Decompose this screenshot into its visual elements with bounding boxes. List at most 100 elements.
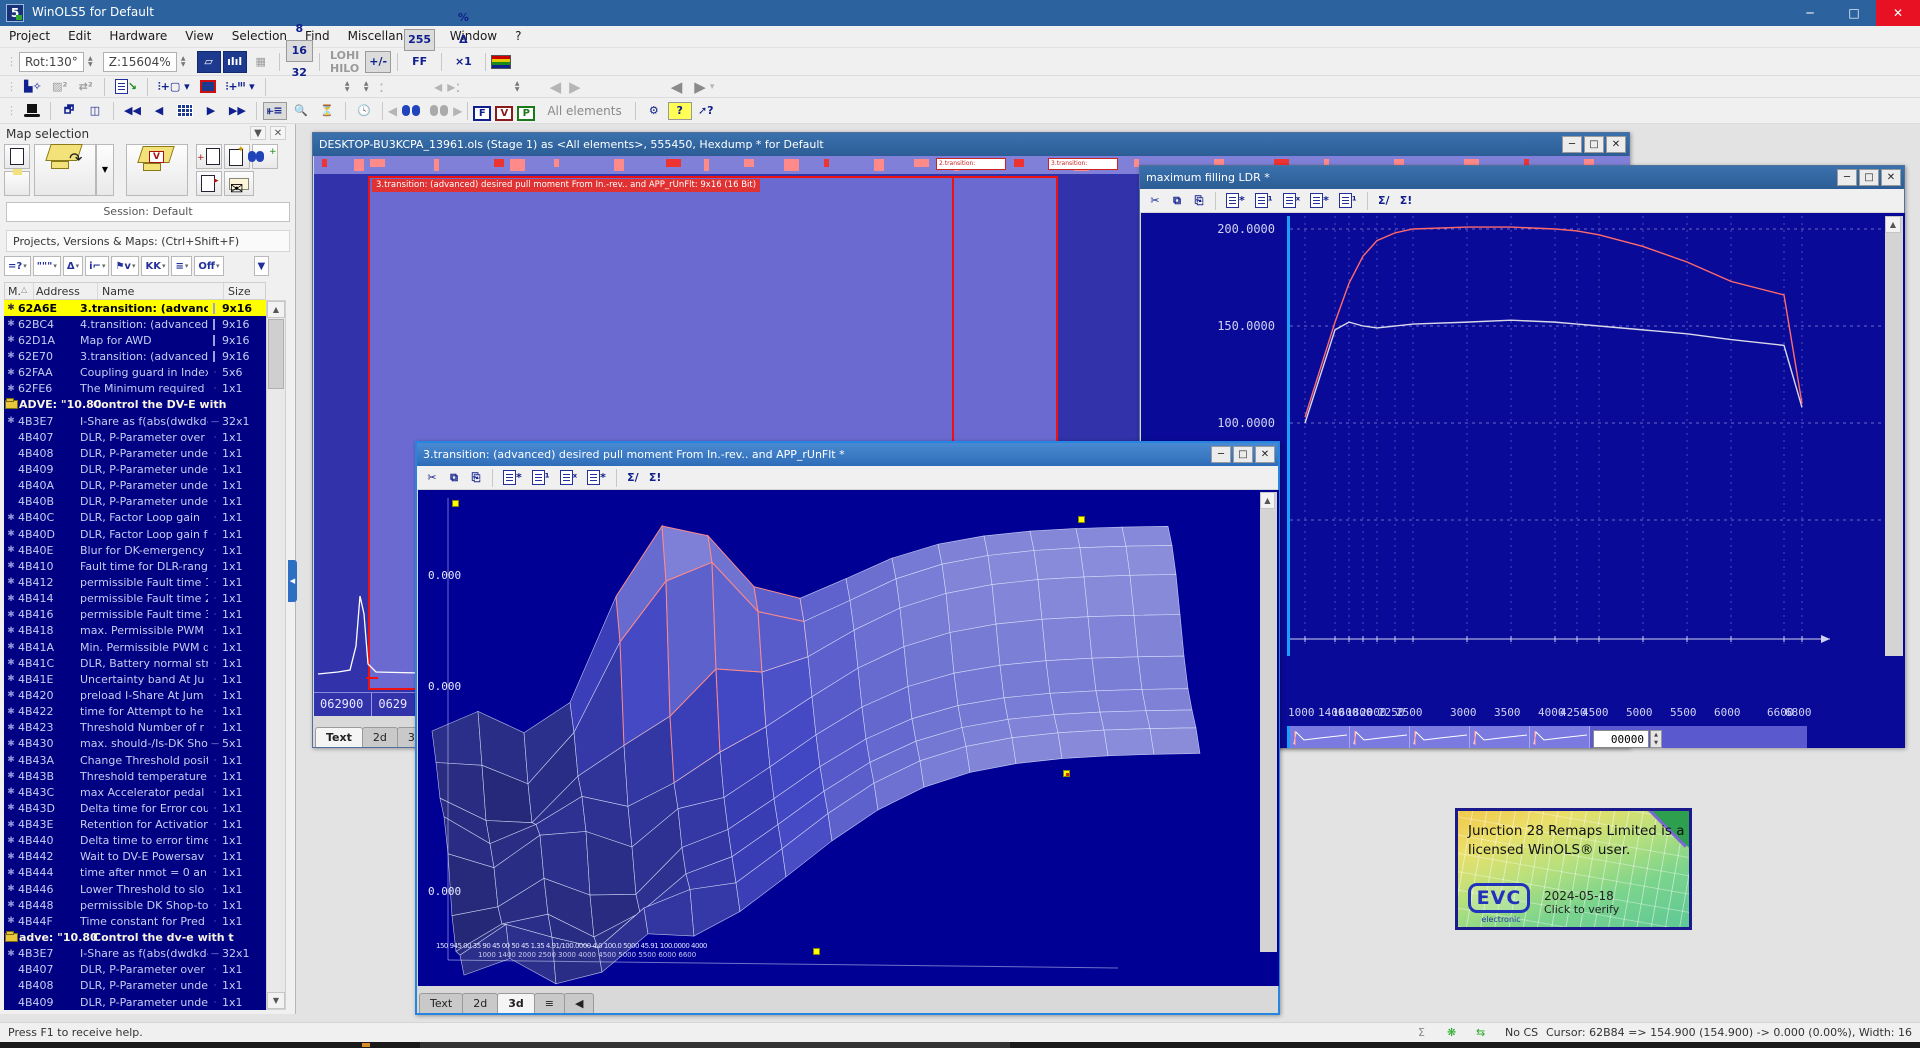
map-marker[interactable] bbox=[322, 159, 327, 167]
map-row[interactable]: ✱4B43Cmax Accelerator pedal·1x1 bbox=[4, 784, 266, 800]
ldr-hex-cell[interactable]: 062B6 bbox=[1530, 726, 1590, 748]
search-prev-icon[interactable]: ◀ bbox=[388, 104, 397, 118]
sign-button[interactable]: +/- bbox=[365, 51, 391, 73]
next-icon[interactable]: ▶ bbox=[569, 78, 581, 96]
filter-button-xxx[interactable]: """▾ bbox=[33, 256, 61, 276]
panel-collapse-handle[interactable]: ◀ bbox=[288, 560, 297, 602]
context-help-icon[interactable]: ➚? bbox=[694, 102, 718, 120]
map-doc-icon[interactable]: * bbox=[1306, 192, 1333, 210]
frame-view-icon[interactable] bbox=[196, 78, 220, 96]
map-marker[interactable] bbox=[744, 159, 754, 167]
export-map-button[interactable]: ▸ bbox=[196, 171, 222, 196]
zoom-field[interactable]: Z:15604% bbox=[103, 52, 177, 72]
map-wizard-icon[interactable]: ▙✧ bbox=[20, 78, 46, 96]
close-icon[interactable]: ✕ bbox=[1606, 136, 1626, 153]
list-insert-icon[interactable]: ⫶+▢ ▾ bbox=[154, 78, 194, 96]
map-row[interactable]: ✱4B410Fault time for DLR-rang·1x1 bbox=[4, 558, 266, 574]
map-marker[interactable] bbox=[874, 159, 884, 171]
map-row[interactable]: 4B407DLR, P-Parameter over·1x1 bbox=[4, 429, 266, 445]
remove-map-icon[interactable]: ▨² bbox=[48, 78, 72, 96]
history-dropdown-icon[interactable]: ▾ bbox=[710, 82, 715, 92]
map-row[interactable]: ✱4B446Lower Threshold to slo·1x1 bbox=[4, 881, 266, 897]
sigma-compare-icon[interactable]: Σ/ bbox=[1374, 192, 1394, 210]
filter-v-icon[interactable]: V bbox=[495, 106, 513, 121]
rotation-spinner[interactable]: ▲▼ bbox=[84, 52, 97, 72]
scroll-up-icon[interactable]: ▲ bbox=[1885, 216, 1901, 233]
map-list-scrollbar[interactable]: ▲ ▼ bbox=[266, 300, 286, 1010]
map-row[interactable]: ✱4B41AMin. Permissible PWM d·1x1 bbox=[4, 639, 266, 655]
save-project-button[interactable] bbox=[4, 171, 30, 196]
map-doc-icon[interactable]: ˣ bbox=[556, 469, 582, 487]
tab-2d[interactable]: 2d bbox=[362, 727, 398, 747]
display-255[interactable]: 255 bbox=[404, 29, 435, 51]
map-row[interactable]: ✱4B422time for Attempt to he·1x1 bbox=[4, 704, 266, 720]
paste-icon[interactable]: ⎘ bbox=[466, 469, 486, 487]
map-row[interactable]: 4B40BDLR, P-Parameter unde·1x1 bbox=[4, 494, 266, 510]
tab-scroll-icon[interactable]: ◀ bbox=[564, 993, 594, 1013]
sigma-apply-icon[interactable]: Σ! bbox=[645, 469, 666, 487]
map-row[interactable]: ✱4B43BThreshold temperature·1x1 bbox=[4, 768, 266, 784]
map-row[interactable]: ✱4B430max. should-/Is-DK Sho—5x1 bbox=[4, 736, 266, 752]
map-row[interactable]: ✱4B43AChange Threshold posit·1x1 bbox=[4, 752, 266, 768]
copy-icon[interactable]: ⧉ bbox=[444, 469, 464, 487]
map-row[interactable]: ✱4B448permissible DK Shop-to·1x1 bbox=[4, 897, 266, 913]
tab-2d[interactable]: 2d bbox=[462, 993, 498, 1013]
map-row[interactable]: ✱62FE6The Minimum required·1x1 bbox=[4, 381, 266, 397]
toolbar-grip[interactable]: ⋮ bbox=[6, 80, 15, 93]
filter-button-ix[interactable]: i⌐▾ bbox=[85, 256, 109, 276]
map-row[interactable]: ✱4B444time after nmot = 0 an·1x1 bbox=[4, 865, 266, 881]
panel-pin-icon[interactable]: ▼ bbox=[250, 126, 266, 140]
tree-list-icon[interactable]: ⫦≡ bbox=[263, 102, 287, 120]
prev-icon[interactable]: ◀ bbox=[147, 102, 171, 120]
map-row[interactable]: 4B40ADLR, P-Parameter unde·1x1 bbox=[4, 478, 266, 494]
surface-mesh[interactable] bbox=[418, 490, 1279, 986]
map-row[interactable]: ✱62E703.transition: (advanced9x16 bbox=[4, 348, 266, 364]
license-badge[interactable]: Junction 28 Remaps Limited is a licensed… bbox=[1455, 808, 1692, 930]
map3d-content[interactable]: 0.0000.0000.000 150 945 00 35 90 45 00 5… bbox=[418, 490, 1279, 986]
license-verify-link[interactable]: Click to verify bbox=[1544, 903, 1619, 916]
map-marker[interactable] bbox=[704, 159, 709, 171]
copy-icon[interactable]: ⧉ bbox=[1167, 192, 1187, 210]
scroll-up-icon[interactable]: ▲ bbox=[267, 301, 285, 318]
value-1[interactable]: ×1 bbox=[448, 51, 479, 73]
filter-f-icon[interactable]: F bbox=[473, 106, 491, 121]
open-project-button[interactable]: ↷ bbox=[34, 144, 96, 196]
add-map-button[interactable]: + bbox=[196, 144, 222, 169]
map-marker[interactable] bbox=[666, 159, 681, 167]
map-row[interactable]: ✱4B414permissible Fault time 2·1x1 bbox=[4, 591, 266, 607]
tab-text[interactable]: Text bbox=[315, 727, 363, 747]
value-spinner[interactable]: ▲▼ bbox=[1650, 730, 1662, 748]
sigma-compare-icon[interactable]: Σ/ bbox=[623, 469, 643, 487]
map-marker[interactable] bbox=[370, 159, 385, 167]
map-marker[interactable] bbox=[614, 159, 624, 171]
list-columns-icon[interactable]: ⫶+ᴵᴵᴵ ▾ bbox=[222, 78, 259, 96]
filter-button-Off[interactable]: Off▾ bbox=[194, 256, 223, 276]
minimize-icon[interactable]: ─ bbox=[1837, 169, 1857, 186]
tab-3d[interactable]: 3d bbox=[497, 993, 535, 1013]
value-[interactable]: % bbox=[448, 7, 479, 29]
map-doc-icon[interactable]: ¹ bbox=[528, 469, 554, 487]
ldr-hex-cell[interactable]: 062AE0 bbox=[1290, 726, 1350, 748]
last-icon[interactable]: ▶▶ bbox=[225, 102, 250, 120]
map-doc-icon[interactable]: ¹ bbox=[1251, 192, 1277, 210]
ldr-title-bar[interactable]: maximum filling LDR * ─ □ ✕ bbox=[1140, 166, 1904, 189]
map-marker[interactable] bbox=[434, 159, 439, 171]
map-row[interactable]: ✱4B418max. Permissible PWM·1x1 bbox=[4, 623, 266, 639]
paste-icon[interactable]: ⎘ bbox=[1189, 192, 1209, 210]
close-icon[interactable]: ✕ bbox=[1255, 446, 1275, 463]
toolbar-grip[interactable]: ⋮ bbox=[6, 55, 15, 68]
map-row[interactable]: ✱4B40CDLR, Factor Loop gain·1x1 bbox=[4, 510, 266, 526]
minimize-icon[interactable]: ─ bbox=[1211, 446, 1231, 463]
filter-button-xv[interactable]: ⚑v▾ bbox=[111, 256, 139, 276]
tab-menu-icon[interactable]: ≡ bbox=[534, 993, 565, 1013]
map-row[interactable]: ✱62A6E3.transition: (advanc9x16 bbox=[4, 300, 266, 316]
filter-button-KK[interactable]: KK▾ bbox=[141, 256, 169, 276]
map-row[interactable]: ✱4B43ERetention for Activation·1x1 bbox=[4, 817, 266, 833]
ldr-hex-strip[interactable]: 062AE0062B00062B20062B40062B6 bbox=[1287, 726, 1807, 748]
filter-button-x[interactable]: Δ▾ bbox=[63, 256, 83, 276]
next-icon[interactable]: ▶ bbox=[199, 102, 223, 120]
axis-handle[interactable] bbox=[1078, 516, 1085, 523]
menu-view[interactable]: View bbox=[176, 26, 222, 46]
folder-row[interactable]: ADVE: "10.80Control the DV-E with bbox=[4, 397, 266, 413]
map-doc-icon[interactable]: * bbox=[583, 469, 610, 487]
